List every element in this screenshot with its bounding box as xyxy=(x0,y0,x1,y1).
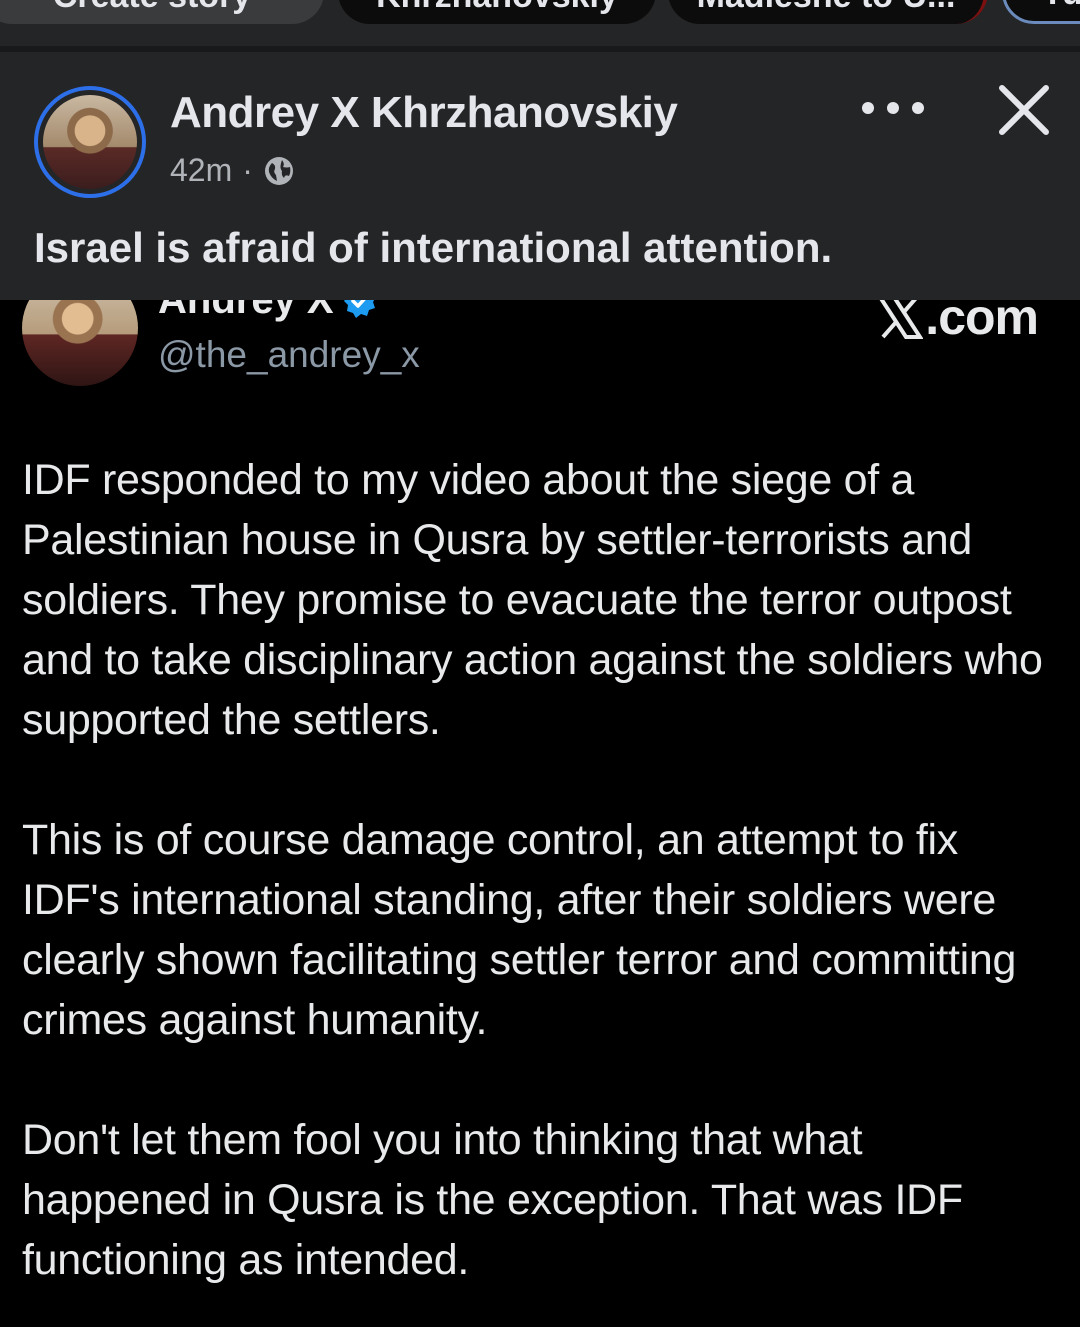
tweet-name-text: Andrey X xyxy=(158,300,334,322)
verified-badge-icon xyxy=(343,300,375,318)
story-create[interactable]: Create story xyxy=(0,0,324,24)
avatar-photo xyxy=(43,95,137,189)
author-avatar[interactable] xyxy=(34,86,146,198)
tweet-paragraph: This is of course damage control, an att… xyxy=(22,816,1017,1044)
more-options-icon[interactable] xyxy=(862,88,924,128)
globe-icon xyxy=(264,156,293,185)
tweet-paragraph: IDF responded to my video about the sieg… xyxy=(22,456,1043,744)
story-item[interactable]: Madieshe to U... xyxy=(668,0,988,24)
post-time[interactable]: 42m xyxy=(170,152,232,189)
tweet-paragraph: Don't let them fool you into thinking th… xyxy=(22,1116,963,1284)
post-caption: Israel is afraid of international attent… xyxy=(34,224,833,271)
stories-strip: Create story Khrzhanovskiy Madieshe to U… xyxy=(0,0,1080,46)
post-header: Andrey X Khrzhanovskiy 42m · Israel is a… xyxy=(0,52,1080,300)
x-logo-icon xyxy=(879,300,924,339)
source-label: .com xyxy=(877,300,1039,346)
embedded-tweet-image[interactable]: Andrey X @the_andrey_x .com IDF responde… xyxy=(0,300,1080,1327)
meta-separator: · xyxy=(242,152,253,188)
tweet-avatar xyxy=(22,300,138,386)
tweet-author-name: Andrey X xyxy=(158,300,378,323)
tweet-text: IDF responded to my video about the sieg… xyxy=(22,450,1062,1327)
story-item[interactable]: Yu xyxy=(1002,0,1080,24)
close-icon[interactable] xyxy=(996,82,1052,138)
story-item[interactable]: Khrzhanovskiy xyxy=(338,0,656,24)
source-domain: .com xyxy=(925,300,1039,345)
post-meta: 42m · xyxy=(170,152,295,189)
tweet-handle: @the_andrey_x xyxy=(158,334,420,375)
author-name[interactable]: Andrey X Khrzhanovskiy xyxy=(170,88,678,138)
